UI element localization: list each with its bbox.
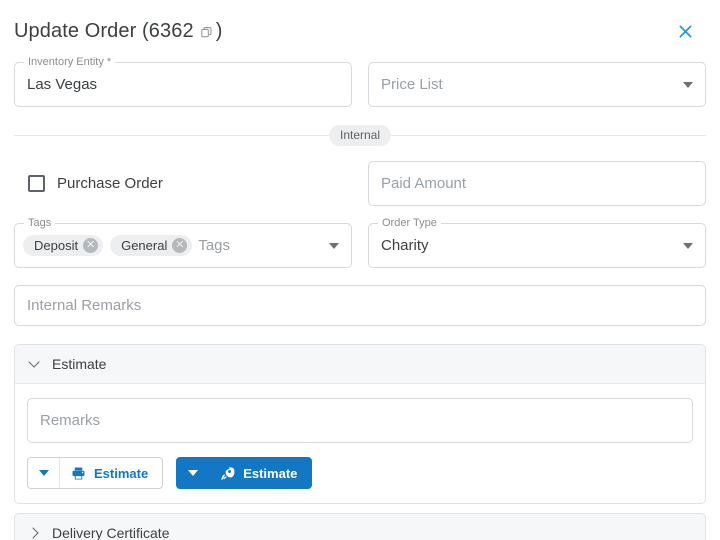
purchase-order-col: Purchase Order <box>14 161 352 206</box>
order-type-value: Charity <box>381 237 429 254</box>
update-order-dialog: Update Order ( 6362 ) Inventory Entity * <box>0 0 720 540</box>
send-estimate-dropdown-toggle[interactable] <box>177 458 209 488</box>
form-row-tags: Tags Deposit ✕ General ✕ Tags Order Type… <box>14 217 706 268</box>
print-estimate-dropdown-toggle[interactable] <box>28 458 60 488</box>
estimate-panel-body: Remarks Estimate Estimate <box>15 383 705 503</box>
title-prefix: Update Order ( <box>14 19 149 42</box>
price-list-col: Price List <box>368 62 706 107</box>
price-list-select[interactable]: Price List <box>368 62 706 107</box>
estimate-remarks-placeholder: Remarks <box>40 412 101 429</box>
purchase-order-checkbox[interactable]: Purchase Order <box>14 161 352 206</box>
paid-amount-col: Paid Amount <box>368 161 706 206</box>
title-suffix: ) <box>215 19 223 42</box>
inventory-entity-label: Inventory Entity * <box>24 56 116 69</box>
chevron-down-icon[interactable] <box>683 242 693 249</box>
divider-chip-label: Internal <box>328 124 392 146</box>
tag-chip-label: Deposit <box>34 238 79 253</box>
tag-chip-label: General <box>121 238 168 253</box>
internal-remarks-placeholder: Internal Remarks <box>27 297 142 314</box>
tag-chip-list: Deposit ✕ General ✕ <box>23 235 193 256</box>
page-title: Update Order ( 6362 ) <box>14 20 222 43</box>
dialog-header: Update Order ( 6362 ) <box>0 0 720 62</box>
estimate-actions: Estimate Estimate <box>27 457 693 489</box>
delivery-certificate-panel-title: Delivery Certificate <box>52 525 170 540</box>
order-type-select[interactable]: Order Type Charity <box>368 217 706 268</box>
tag-chip[interactable]: General ✕ <box>110 235 193 256</box>
order-id: 6362 <box>148 19 194 42</box>
chevron-down-icon <box>29 358 41 370</box>
form-row-purchase: Purchase Order Paid Amount <box>14 161 706 206</box>
send-estimate-label: Estimate <box>243 465 298 481</box>
remove-chip-icon[interactable]: ✕ <box>83 238 99 253</box>
paid-amount-placeholder: Paid Amount <box>381 175 467 192</box>
copy-icon[interactable] <box>200 26 213 39</box>
inventory-entity-field[interactable]: Inventory Entity * Las Vegas <box>14 56 352 107</box>
delivery-certificate-panel: Delivery Certificate <box>14 513 706 540</box>
checkbox-icon[interactable] <box>28 175 45 192</box>
tags-placeholder: Tags <box>198 237 231 254</box>
estimate-remarks-input[interactable]: Remarks <box>27 398 693 443</box>
print-estimate-split-button[interactable]: Estimate <box>27 457 164 489</box>
price-list-placeholder: Price List <box>381 76 443 93</box>
tags-col: Tags Deposit ✕ General ✕ Tags <box>14 217 352 268</box>
close-icon <box>679 25 691 37</box>
chevron-down-icon[interactable] <box>683 81 693 88</box>
tags-label: Tags <box>24 217 56 230</box>
inventory-entity-value: Las Vegas <box>27 76 98 93</box>
print-estimate-label: Estimate <box>94 465 149 481</box>
send-estimate-button[interactable]: Estimate <box>209 458 311 488</box>
paid-amount-input[interactable]: Paid Amount <box>368 161 706 206</box>
dialog-body: Inventory Entity * Las Vegas Price List … <box>0 56 720 540</box>
order-type-col: Order Type Charity <box>368 217 706 268</box>
chevron-down-icon[interactable] <box>329 242 339 249</box>
send-estimate-split-button[interactable]: Estimate <box>176 457 313 489</box>
estimate-panel-header[interactable]: Estimate <box>15 345 705 383</box>
printer-icon <box>72 467 85 479</box>
close-button[interactable] <box>670 16 700 46</box>
estimate-panel: Estimate Remarks Estimate Estimate <box>14 344 706 504</box>
purchase-order-label: Purchase Order <box>57 175 163 192</box>
print-estimate-button[interactable]: Estimate <box>60 458 162 488</box>
tags-field[interactable]: Tags Deposit ✕ General ✕ Tags <box>14 217 352 268</box>
chevron-down-icon <box>38 470 49 476</box>
remove-chip-icon[interactable]: ✕ <box>172 238 188 253</box>
tag-chip[interactable]: Deposit ✕ <box>23 235 104 256</box>
internal-section-divider: Internal <box>14 124 706 146</box>
internal-remarks-input[interactable]: Internal Remarks <box>14 285 706 326</box>
chevron-right-icon <box>29 527 41 539</box>
form-row-entity: Inventory Entity * Las Vegas Price List <box>14 56 706 107</box>
chevron-down-icon <box>188 470 199 476</box>
inventory-entity-col: Inventory Entity * Las Vegas <box>14 56 352 107</box>
rocket-icon <box>221 466 235 480</box>
delivery-certificate-panel-header[interactable]: Delivery Certificate <box>15 514 705 540</box>
estimate-panel-title: Estimate <box>52 356 107 372</box>
order-type-label: Order Type <box>378 217 441 230</box>
